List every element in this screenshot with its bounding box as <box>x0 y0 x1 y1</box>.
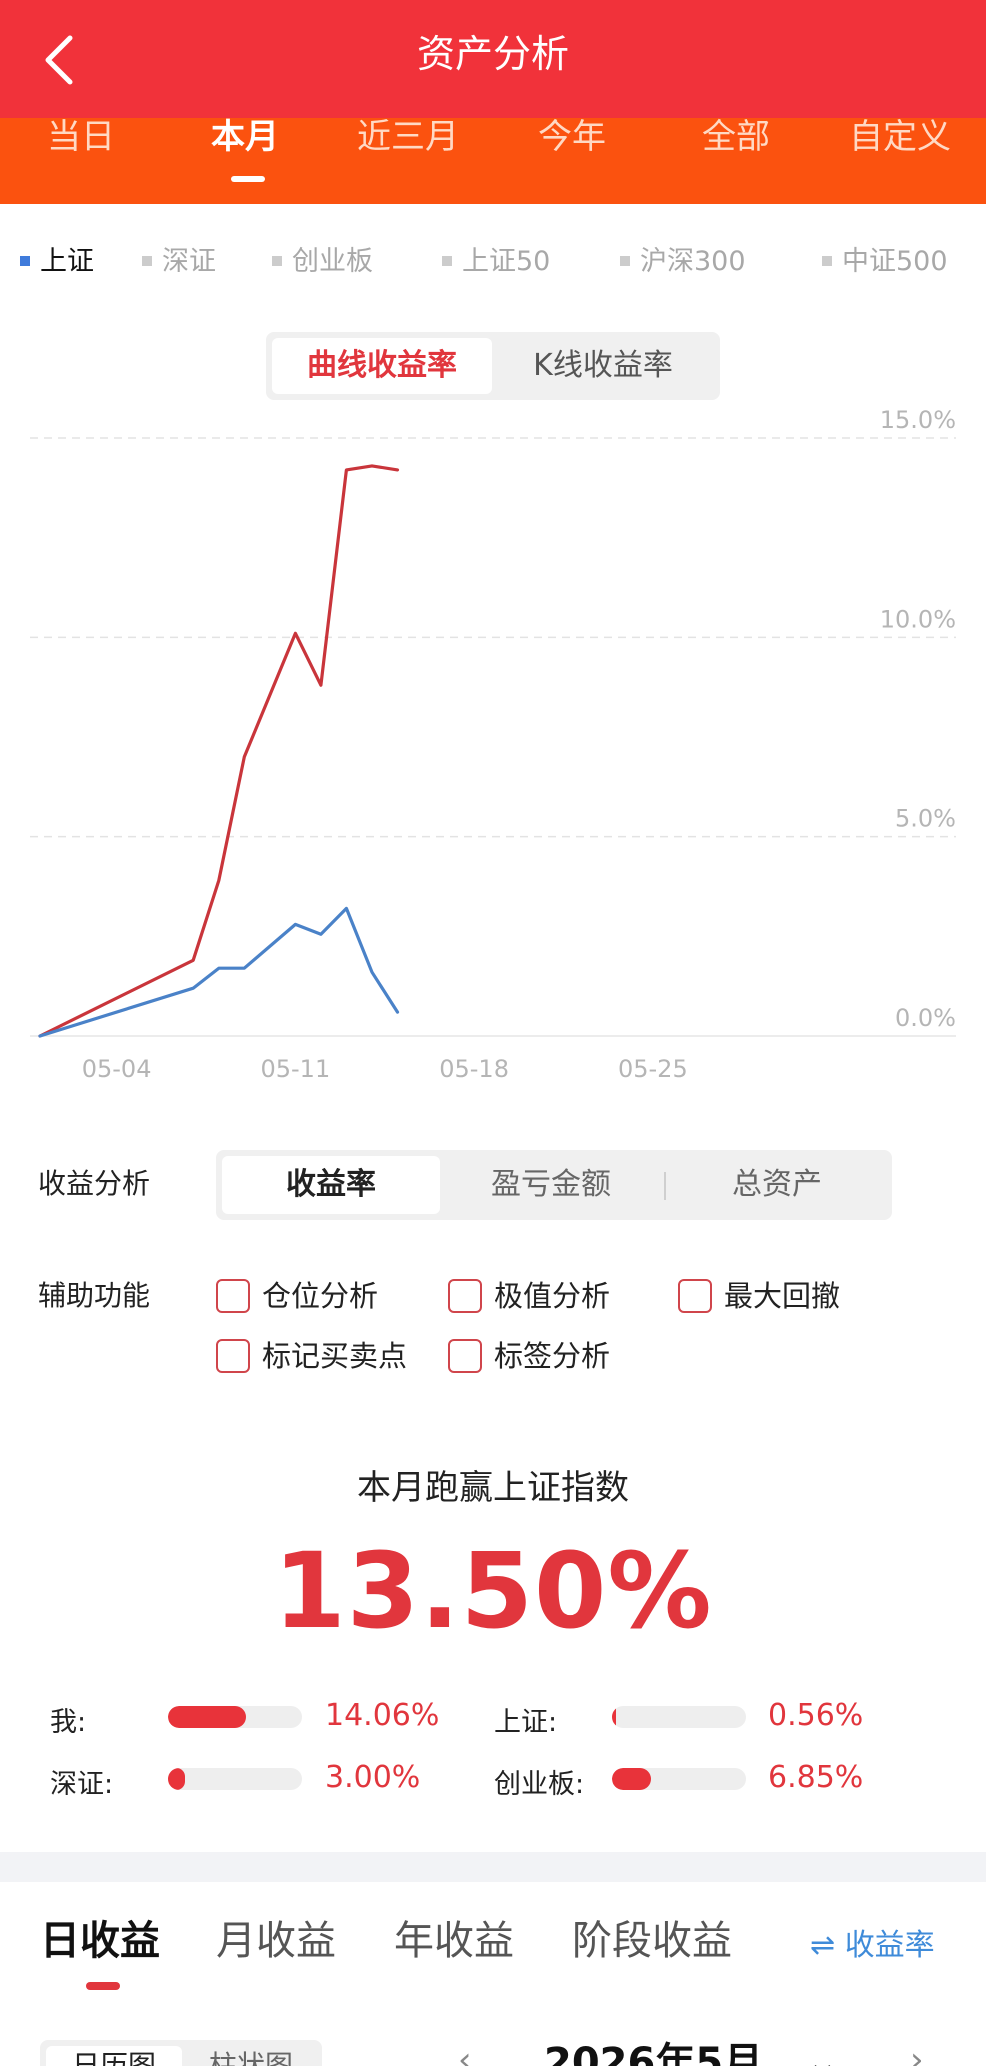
max-drawdown-checkbox[interactable]: 最大回撤 <box>678 1276 840 1316</box>
period-tabs: 当日 本月 近三月 今年 全部 自定义 <box>0 116 986 204</box>
aux-label: 辅助功能 <box>38 1279 151 1312</box>
extreme-analysis-checkbox[interactable]: 极值分析 <box>448 1276 610 1316</box>
tab-custom[interactable]: 自定义 <box>825 116 975 202</box>
compare-value-mine: 14.06% <box>325 1698 440 1733</box>
index-option-shanghai[interactable]: 上证 <box>20 242 94 282</box>
tab-today[interactable]: 当日 <box>6 116 156 202</box>
checkbox-icon <box>216 1279 250 1313</box>
x-tick-label: 05-18 <box>439 1055 509 1083</box>
legend-square-icon <box>822 256 832 266</box>
swap-icon: ⇌ <box>810 1928 836 1963</box>
index-option-csi300[interactable]: 沪深300 <box>620 242 746 282</box>
next-month-icon[interactable]: › <box>910 2040 924 2066</box>
compare-label-mine: 我: <box>50 1707 87 1738</box>
collapse-icon[interactable]: ⌄ <box>804 2036 841 2066</box>
position-analysis-checkbox[interactable]: 仓位分析 <box>216 1276 378 1316</box>
compare-bar-shanghai <box>612 1706 746 1728</box>
current-month: 2026年5月 <box>544 2040 764 2066</box>
legend-square-icon <box>442 256 452 266</box>
legend-square-icon <box>142 256 152 266</box>
analysis-label: 收益分析 <box>38 1167 151 1200</box>
y-tick-label: 5.0% <box>895 805 956 833</box>
checkbox-icon <box>448 1279 482 1313</box>
legend-square-icon <box>272 256 282 266</box>
compare-bar-fill <box>612 1768 651 1790</box>
compare-value-shanghai: 0.56% <box>768 1698 864 1733</box>
index-option-csi500[interactable]: 中证500 <box>822 242 948 282</box>
checkbox-icon <box>216 1339 250 1373</box>
compare-bar-mine <box>168 1706 302 1728</box>
x-tick-label: 05-11 <box>260 1055 330 1083</box>
index-option-shenzhen[interactable]: 深证 <box>142 242 216 282</box>
legend-square-icon <box>620 256 630 266</box>
y-tick-label: 15.0% <box>880 406 956 434</box>
series-line-mine <box>38 464 400 1038</box>
return-chart: 15.0% 10.0% 5.0% 0.0% 05-04 05-11 05-18 05-25 <box>30 406 956 1083</box>
checkbox-icon <box>678 1279 712 1313</box>
tab-monthly-return[interactable]: 月收益 <box>216 1908 336 1966</box>
checkbox-icon <box>448 1339 482 1373</box>
tab-this-month[interactable]: 本月 <box>170 116 320 202</box>
segment-divider <box>664 1172 666 1200</box>
tab-yearly-return[interactable]: 年收益 <box>394 1908 514 1966</box>
tab-three-months[interactable]: 近三月 <box>333 116 483 202</box>
compare-value-shenzhen: 3.00% <box>325 1760 421 1795</box>
outperform-title: 本月跑赢上证指数 <box>357 1468 629 1508</box>
rate-toggle-button[interactable]: ⇌ 收益率 <box>810 1920 935 1964</box>
y-tick-label: 0.0% <box>895 1004 956 1032</box>
index-option-sse50[interactable]: 上证50 <box>442 242 550 282</box>
bottom-tab-indicator <box>86 1982 120 1990</box>
chart-mode-toggle: 曲线收益率 K线收益率 <box>266 332 720 400</box>
active-tab-indicator <box>231 176 265 182</box>
tab-this-year[interactable]: 今年 <box>497 116 647 202</box>
tag-analysis-checkbox[interactable]: 标签分析 <box>448 1336 610 1376</box>
compare-bar-fill <box>168 1706 246 1728</box>
compare-label-chinext: 创业板: <box>494 1769 585 1800</box>
x-tick-label: 05-04 <box>82 1055 152 1083</box>
tab-stage-return[interactable]: 阶段收益 <box>572 1908 732 1966</box>
curve-return-button[interactable]: 曲线收益率 <box>272 338 492 394</box>
legend-square-icon <box>20 256 30 266</box>
total-assets-option[interactable]: 总资产 <box>668 1156 886 1214</box>
compare-label-shanghai: 上证: <box>494 1707 558 1738</box>
tab-all[interactable]: 全部 <box>661 116 811 202</box>
compare-bar-fill <box>168 1768 185 1790</box>
profit-amount-option[interactable]: 盈亏金额 <box>444 1156 658 1214</box>
kline-return-button[interactable]: K线收益率 <box>492 338 714 394</box>
section-separator <box>0 1852 986 1882</box>
top-bar: 资产分析 <box>0 0 986 118</box>
calendar-view-option[interactable]: 日历图 <box>46 2046 182 2066</box>
compare-bar-shenzhen <box>168 1768 302 1790</box>
mark-trades-checkbox[interactable]: 标记买卖点 <box>216 1336 407 1376</box>
compare-value-chinext: 6.85% <box>768 1760 864 1795</box>
x-tick-label: 05-25 <box>618 1055 688 1083</box>
prev-month-icon[interactable]: ‹ <box>458 2040 472 2066</box>
page-title: 资产分析 <box>416 32 569 76</box>
series-line-index <box>38 906 400 1038</box>
bar-view-option[interactable]: 柱状图 <box>184 2046 318 2066</box>
compare-bar-chinext <box>612 1768 746 1790</box>
outperform-value: 13.50% <box>273 1530 713 1652</box>
compare-label-shenzhen: 深证: <box>50 1769 114 1800</box>
index-option-chinext[interactable]: 创业板 <box>272 242 373 282</box>
analysis-toggle: 收益率 盈亏金额 总资产 <box>216 1150 892 1220</box>
compare-bar-fill <box>612 1706 616 1728</box>
return-rate-option[interactable]: 收益率 <box>222 1156 440 1214</box>
y-tick-label: 10.0% <box>880 605 956 633</box>
calendar-view-toggle: 日历图 柱状图 <box>40 2040 322 2066</box>
tab-daily-return[interactable]: 日收益 <box>40 1908 160 1966</box>
